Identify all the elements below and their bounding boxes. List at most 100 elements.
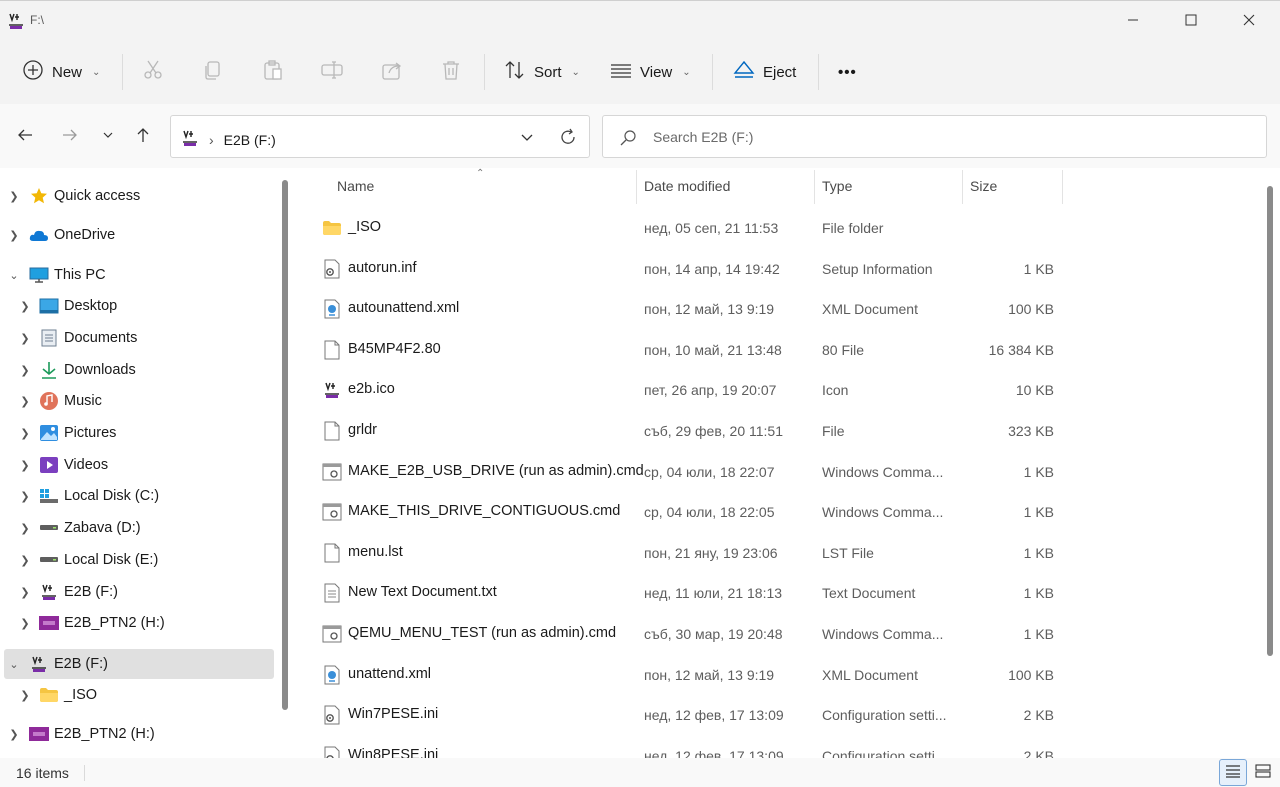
rename-button[interactable] [321, 54, 343, 90]
chevron-down-icon[interactable]: ⌄ [8, 658, 20, 671]
refresh-icon[interactable] [559, 128, 577, 149]
column-name[interactable]: Name [337, 178, 374, 194]
file-list-scrollbar[interactable] [1267, 186, 1273, 656]
share-button[interactable] [381, 54, 403, 90]
view-button[interactable]: View ⌄ [610, 54, 691, 90]
nav-item-local-disk-e[interactable]: ❯ Local Disk (E:) [0, 545, 274, 575]
drive-icon [39, 519, 59, 537]
column-date-modified[interactable]: Date modified [644, 178, 730, 194]
file-type: Configuration setti... [822, 747, 947, 758]
file-row[interactable]: MAKE_THIS_DRIVE_CONTIGUOUS.cmd ср, 04 юли… [316, 491, 1066, 531]
file-row[interactable]: e2b.ico пет, 26 апр, 19 20:07 Icon 10 KB [316, 369, 1066, 409]
chevron-down-icon[interactable]: ⌄ [8, 269, 20, 282]
file-row[interactable]: Win7PESE.ini нед, 12 фев, 17 13:09 Configu… [316, 694, 1066, 734]
new-button[interactable]: New ⌄ [22, 54, 100, 90]
sort-button[interactable]: Sort ⌄ [504, 54, 580, 90]
file-type: LST File [822, 544, 874, 561]
breadcrumb-item[interactable]: E2B (F:) [224, 132, 276, 148]
file-type: Windows Comma... [822, 463, 944, 480]
file-row[interactable]: B45MP4F2.80 пон, 10 май, 21 13:48 80 File 1… [316, 329, 1066, 369]
chevron-right-icon[interactable]: ❯ [19, 427, 31, 440]
file-row[interactable]: unattend.xml пон, 12 май, 13 9:19 XML Docu… [316, 654, 1066, 694]
column-divider[interactable] [636, 170, 637, 204]
nav-item-pictures[interactable]: ❯ Pictures [0, 418, 274, 448]
e2b-drive-icon [29, 655, 49, 673]
nav-item-e2b-f[interactable]: ❯ E2B (F:) [0, 577, 274, 607]
recent-locations-button[interactable] [94, 122, 122, 150]
column-header-row: ⌃ Name Date modified Type Size [298, 168, 1068, 204]
chevron-right-icon[interactable]: ❯ [19, 300, 31, 313]
file-row[interactable]: autounattend.xml пон, 12 май, 13 9:19 XML … [316, 288, 1066, 328]
more-icon: ••• [838, 63, 857, 81]
nav-scrollbar[interactable] [282, 180, 288, 710]
file-row[interactable]: _ISO нед, 05 сеп, 21 11:53 File folder [316, 207, 1066, 247]
file-row[interactable]: grldr съб, 29 фев, 20 11:51 File 323 KB [316, 410, 1066, 450]
chevron-right-icon[interactable]: ❯ [19, 459, 31, 472]
chevron-right-icon[interactable]: ❯ [19, 554, 31, 567]
cut-button[interactable] [142, 54, 164, 90]
nav-item-music[interactable]: ❯ Music [0, 386, 274, 416]
column-divider[interactable] [814, 170, 815, 204]
chevron-right-icon[interactable]: ❯ [19, 332, 31, 345]
chevron-right-icon[interactable]: ❯ [19, 617, 31, 630]
column-divider[interactable] [962, 170, 963, 204]
chevron-right-icon[interactable]: ❯ [19, 522, 31, 535]
chevron-right-icon[interactable]: ❯ [19, 586, 31, 599]
paste-button[interactable] [262, 54, 284, 90]
forward-button[interactable] [56, 122, 84, 150]
file-row[interactable]: MAKE_E2B_USB_DRIVE (run as admin).cmd ср,… [316, 451, 1066, 491]
chevron-right-icon[interactable]: ❯ [19, 364, 31, 377]
file-type: Windows Comma... [822, 626, 944, 642]
nav-item-desktop[interactable]: ❯ Desktop [0, 291, 274, 321]
minimize-button[interactable] [1104, 2, 1162, 40]
column-divider[interactable] [1062, 170, 1063, 204]
chevron-right-icon[interactable]: ❯ [8, 190, 20, 203]
arrow-up-icon [135, 127, 151, 146]
see-more-button[interactable]: ••• [838, 54, 857, 90]
share-icon [381, 59, 403, 85]
nav-item-iso-folder[interactable]: ❯ _ISO [0, 680, 274, 710]
chevron-right-icon[interactable]: ❯ [19, 395, 31, 408]
file-row[interactable]: autorun.inf пон, 14 апр, 14 19:42 Setup In… [316, 248, 1066, 288]
eject-button[interactable]: Eject [733, 54, 796, 90]
nav-item-e2b-f-selected[interactable]: ⌄ E2B (F:) [4, 649, 274, 679]
nav-item-local-disk-c[interactable]: ❯ Local Disk (C:) [0, 481, 274, 511]
nav-item-videos[interactable]: ❯ Videos [0, 450, 274, 480]
file-row[interactable]: QEMU_MENU_TEST (run as admin).cmd съб, 30… [316, 613, 1066, 653]
search-input[interactable]: Search E2B (F:) [602, 115, 1267, 158]
music-icon [39, 392, 59, 410]
chevron-right-icon[interactable]: ❯ [8, 728, 20, 741]
file-row[interactable]: Win8PESE.ini нед, 12 фев, 17 13:09 Configu… [316, 735, 1066, 758]
chevron-down-icon[interactable] [520, 130, 534, 147]
nav-item-documents[interactable]: ❯ Documents [0, 323, 274, 353]
nav-item-this-pc[interactable]: ⌄ This PC [0, 260, 274, 290]
details-view-button[interactable] [1219, 759, 1247, 786]
up-button[interactable] [129, 122, 157, 150]
nav-item-quick-access[interactable]: ❯ Quick access [0, 181, 274, 211]
file-date: нед, 12 фев, 17 13:09 [644, 747, 784, 758]
nav-label: E2B_PTN2 (H:) [64, 615, 165, 631]
column-size[interactable]: Size [970, 178, 997, 194]
nav-item-onedrive[interactable]: ❯ OneDrive [0, 220, 274, 250]
title-bar: F:\ [0, 0, 1280, 40]
nav-item-zabava-d[interactable]: ❯ Zabava (D:) [0, 513, 274, 543]
column-type[interactable]: Type [822, 178, 852, 194]
file-name: B45MP4F2.80 [348, 340, 441, 357]
nav-item-e2b-ptn2-h-root[interactable]: ❯ E2B_PTN2 (H:) [0, 719, 274, 749]
delete-button[interactable] [440, 54, 462, 90]
file-row[interactable]: New Text Document.txt нед, 11 юли, 21 18:… [316, 572, 1066, 612]
back-button[interactable] [11, 122, 39, 150]
copy-button[interactable] [202, 54, 224, 90]
file-name: unattend.xml [348, 665, 432, 682]
chevron-right-icon[interactable]: ❯ [8, 229, 20, 242]
close-button[interactable] [1220, 2, 1278, 40]
address-bar[interactable]: › E2B (F:) [170, 115, 590, 158]
nav-item-e2b-ptn2-h[interactable]: ❯ E2B_PTN2 (H:) [0, 608, 274, 638]
folder-icon [322, 218, 342, 238]
maximize-button[interactable] [1162, 2, 1220, 40]
file-row[interactable]: menu.lst пон, 21 яну, 19 23:06 LST File 1 K… [316, 532, 1066, 572]
nav-item-downloads[interactable]: ❯ Downloads [0, 355, 274, 385]
tiles-view-button[interactable] [1249, 759, 1277, 786]
chevron-right-icon[interactable]: ❯ [19, 689, 31, 702]
chevron-right-icon[interactable]: ❯ [19, 490, 31, 503]
